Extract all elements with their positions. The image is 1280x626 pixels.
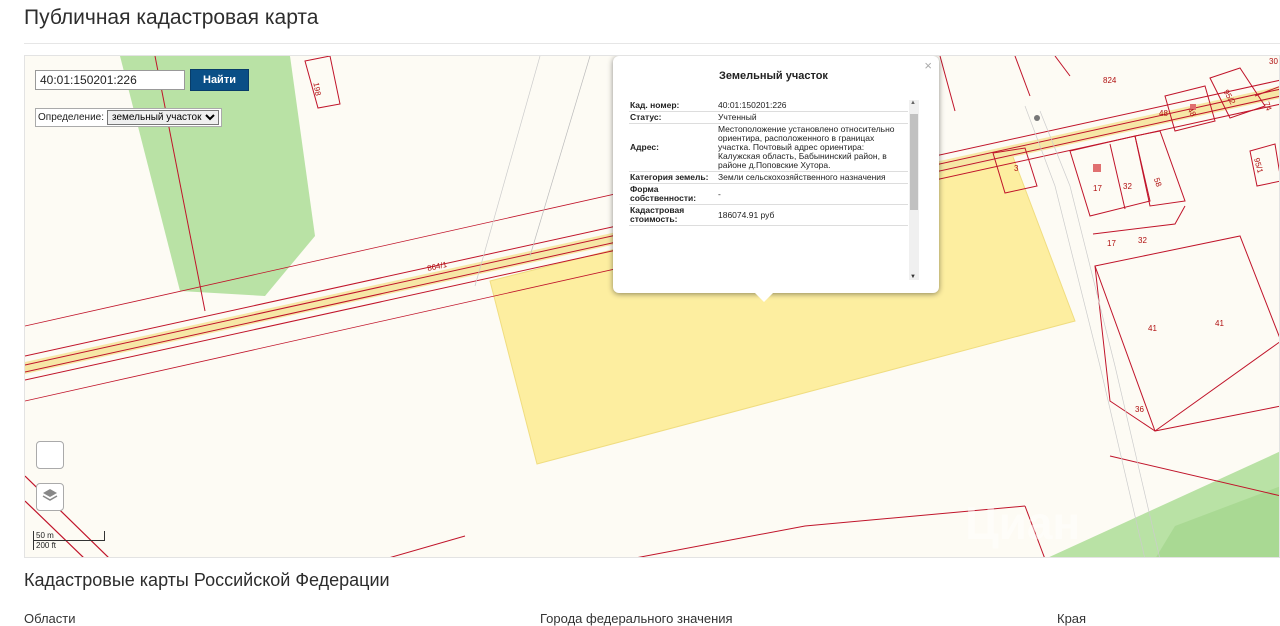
search-box: Найти [35,69,249,91]
popup-scrollbar[interactable]: ▲ ▼ [909,100,919,280]
parcel-label: 198 [311,82,322,97]
layers-icon [42,488,58,507]
parcel-label: 30 [1269,57,1278,66]
scroll-down-icon[interactable]: ▼ [910,274,916,280]
divider [24,43,1280,44]
close-icon[interactable]: × [924,58,932,73]
layers-button[interactable] [36,483,64,511]
parcel-label: 36 [1135,405,1144,414]
cadastral-map[interactable]: 198 864/1 824 3 17 32 58 17 32 48 48 95/… [24,55,1280,558]
scroll-up-icon[interactable]: ▲ [910,100,916,106]
watermark: Циан [965,497,1081,549]
map-tool-button[interactable] [36,441,64,469]
parcel-label: 17 [1093,184,1102,193]
find-button[interactable]: Найти [190,69,249,91]
parcel-label: 824 [1103,76,1117,85]
green-area [120,56,315,296]
table-row: Адрес: Местоположение установлено относит… [629,123,908,172]
parcel-label: 32 [1138,236,1147,245]
cadastral-number-input[interactable] [35,70,185,90]
parcel-label: 48 [1159,109,1168,118]
parcel-label: 17 [1107,239,1116,248]
definition-select[interactable]: земельный участок [107,110,220,125]
scale-imperial: 200 ft [33,541,84,550]
section-title: Кадастровые карты Российской Федерации [24,570,390,590]
parcel-label: 3 [1014,164,1019,173]
table-row: Категория земель: Земли сельскохозяйствен… [629,171,908,184]
parcel-info-popup: × Земельный участок Кад. номер: 40:01:150… [613,56,939,302]
parcel-label: 32 [1123,182,1132,191]
definition-label: Определение: [38,112,105,123]
popup-pointer [754,292,774,302]
table-row: Форма собственности: - [629,183,908,205]
parcel-label: 41 [1215,319,1224,328]
popup-title: Земельный участок [719,70,828,82]
scale-bar: 50 m 200 ft [33,531,105,550]
page-title: Публичная кадастровая карта [24,6,319,29]
table-row: Кад. номер: 40:01:150201:226 [629,100,908,112]
parcel-label: 41 [1148,324,1157,333]
table-row: Кадастровая стоимость: 186074.91 руб [629,204,908,226]
definition-control: Определение: земельный участок [35,108,223,127]
scale-metric: 50 m [33,531,105,541]
parcel-label: 74 [1262,101,1274,113]
table-row: Статус: Учтенный [629,111,908,124]
parcel-label: 58 [1152,177,1164,189]
scrollbar-thumb[interactable] [910,114,918,210]
parcel-attributes: Кад. номер: 40:01:150201:226 Статус: Учтен… [629,100,908,280]
